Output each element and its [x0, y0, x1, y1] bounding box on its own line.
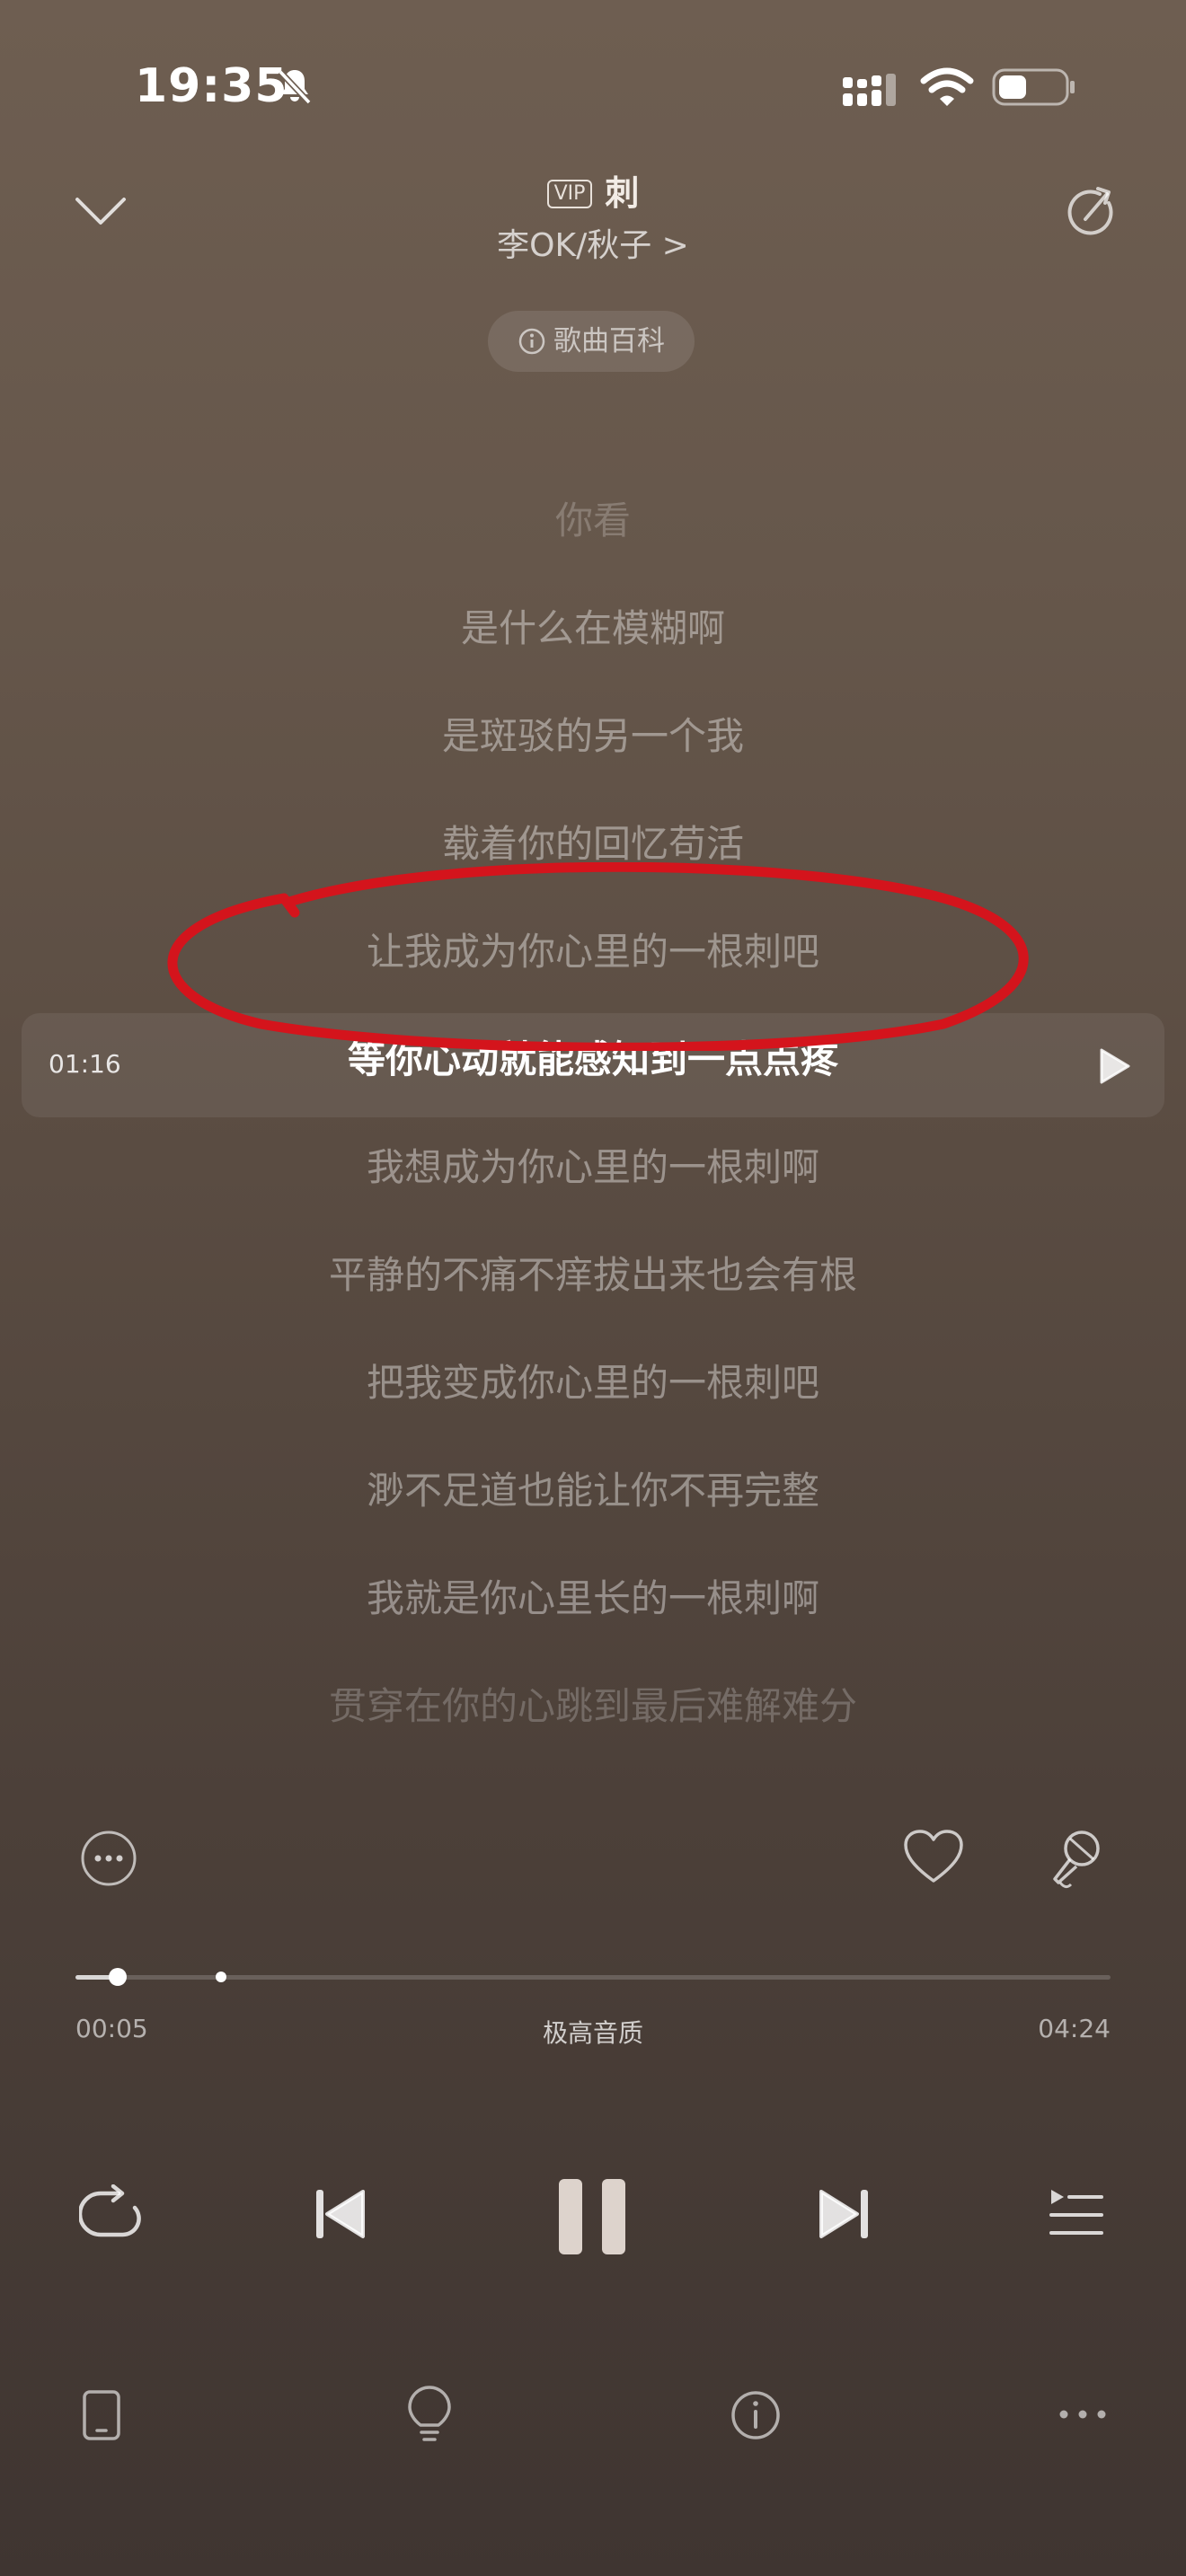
- red-annotation-circle: [153, 862, 1051, 1051]
- vip-badge: VIP: [546, 180, 593, 208]
- repeat-icon[interactable]: [79, 2184, 144, 2244]
- lyric-line[interactable]: 把我变成你心里的一根刺吧: [0, 1356, 1186, 1410]
- playlist-queue-icon[interactable]: [1048, 2188, 1105, 2240]
- bell-slash-icon: [273, 65, 316, 108]
- device-phone-icon[interactable]: [81, 2389, 122, 2441]
- progress-thumb[interactable]: [109, 1968, 128, 1986]
- status-time: 19:35: [135, 59, 288, 113]
- lyric-line[interactable]: 贯穿在你的心跳到最后难解难分: [0, 1680, 1186, 1734]
- share-icon[interactable]: [1062, 183, 1121, 243]
- lyric-line[interactable]: 渺不足道也能让你不再完整: [0, 1464, 1186, 1518]
- lyric-line[interactable]: 是斑驳的另一个我: [0, 710, 1186, 763]
- total-time: 04:24: [1038, 2014, 1111, 2043]
- signal-icon: [841, 72, 900, 108]
- lyric-line[interactable]: 我想成为你心里的一根刺啊: [0, 1141, 1186, 1195]
- info-icon[interactable]: [730, 2389, 782, 2441]
- lyric-line[interactable]: 是什么在模糊啊: [0, 602, 1186, 656]
- lyric-line[interactable]: 平静的不痛不痒拔出来也会有根: [0, 1248, 1186, 1302]
- battery-icon: [992, 66, 1076, 108]
- pause-icon[interactable]: [553, 2177, 631, 2256]
- heart-like-icon[interactable]: [902, 1829, 965, 1886]
- song-wiki-button[interactable]: 歌曲百科: [488, 311, 695, 372]
- progress-track[interactable]: [75, 1975, 1111, 1980]
- more-options-icon[interactable]: [79, 1829, 138, 1888]
- lightbulb-icon[interactable]: [404, 2386, 455, 2445]
- previous-track-icon[interactable]: [313, 2186, 368, 2242]
- artist-link[interactable]: 李OK/秋子 >: [0, 219, 1186, 266]
- song-title: 刺: [605, 173, 640, 213]
- song-title-row: VIP 刺: [0, 165, 1186, 215]
- more-dots-icon[interactable]: [1057, 2404, 1109, 2425]
- song-wiki-label: 歌曲百科: [553, 325, 665, 357]
- buffer-marker: [216, 1972, 227, 1982]
- lyric-line[interactable]: 你看: [0, 494, 1186, 548]
- next-track-icon[interactable]: [816, 2186, 872, 2242]
- karaoke-microphone-icon[interactable]: [1046, 1827, 1107, 1890]
- info-circle-icon: [518, 327, 546, 356]
- wifi-icon: [920, 66, 974, 108]
- audio-quality-button[interactable]: 极高音质: [0, 2014, 1186, 2050]
- lyric-line[interactable]: 我就是你心里长的一根刺啊: [0, 1572, 1186, 1626]
